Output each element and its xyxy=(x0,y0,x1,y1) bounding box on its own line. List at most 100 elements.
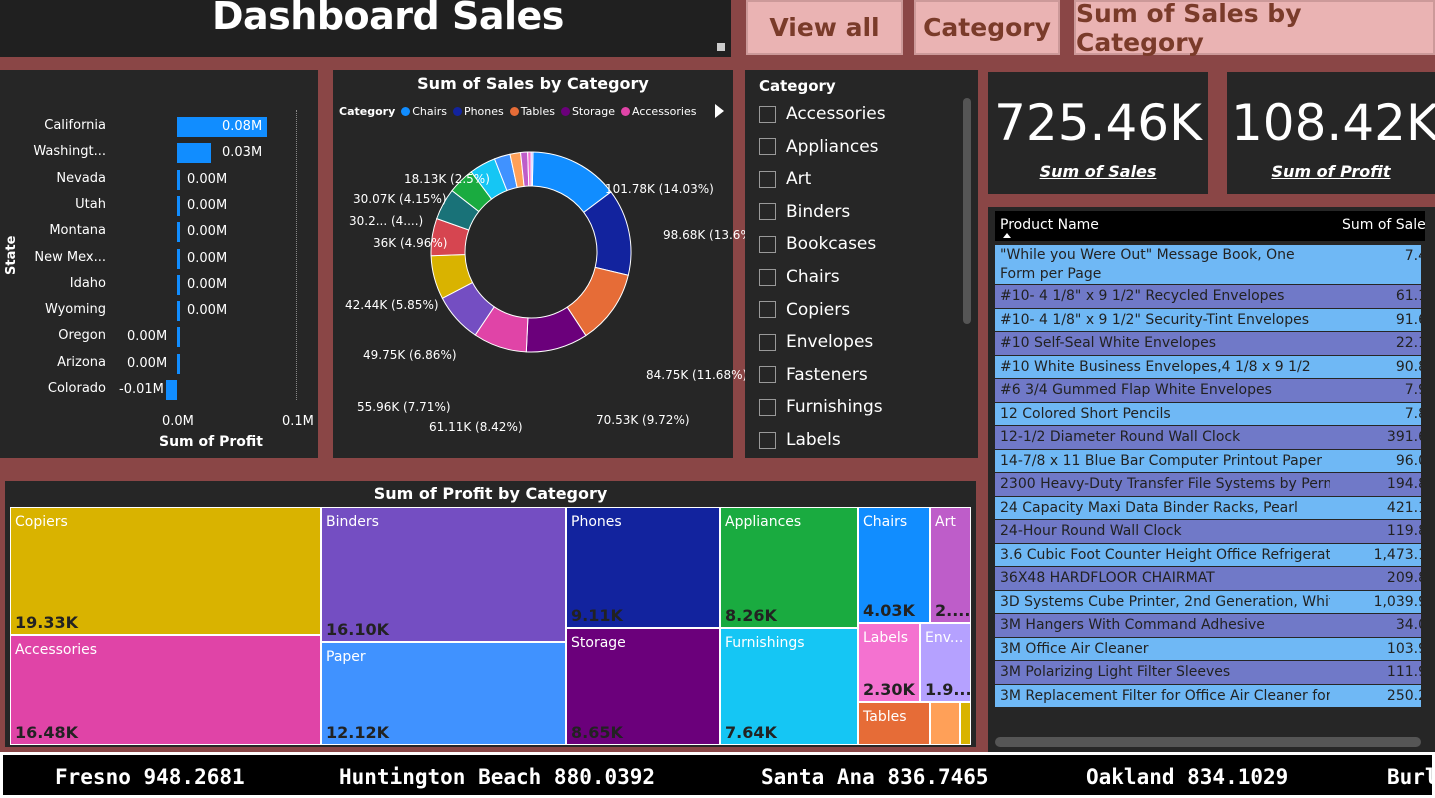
sales-cell: 103.9 xyxy=(1386,640,1421,657)
checkbox[interactable] xyxy=(759,301,776,319)
table-row[interactable]: "While you Were Out" Message Book, One F… xyxy=(995,245,1421,284)
treemap-cell-value: 8.65K xyxy=(571,723,623,742)
slicer-title: Category xyxy=(759,77,836,95)
table-row[interactable]: 3M Replacement Filter for Office Air Cle… xyxy=(995,684,1421,707)
checkbox[interactable] xyxy=(759,268,776,286)
table-row[interactable]: 3D Systems Cube Printer, 2nd Generation,… xyxy=(995,590,1421,613)
state-bar[interactable] xyxy=(177,274,180,295)
state-bar[interactable] xyxy=(177,143,211,164)
treemap-cell-value: 1.9... xyxy=(925,680,971,699)
state-bar[interactable] xyxy=(177,222,180,243)
table-row[interactable]: 3M Office Air Cleaner 103.9 xyxy=(995,637,1421,660)
sales-cell: 7.8 xyxy=(1404,405,1421,422)
checkbox[interactable] xyxy=(759,203,776,221)
slicer-item[interactable]: Copiers xyxy=(759,300,850,320)
table-row[interactable]: #10 Self-Seal White Envelopes 22.1 xyxy=(995,332,1421,355)
treemap-cell-value: 16.48K xyxy=(15,723,79,742)
treemap-cell[interactable]: Paper 12.12K xyxy=(321,642,566,745)
treemap-cell[interactable]: Storage 8.65K xyxy=(566,628,720,745)
state-bar[interactable] xyxy=(177,195,180,216)
ticker-item: Santa Ana 836.7465 xyxy=(761,765,989,789)
treemap-cell[interactable]: Furnishings 7.64K xyxy=(720,628,858,745)
table-row[interactable]: 3M Hangers With Command Adhesive 34.0 xyxy=(995,614,1421,637)
checkbox[interactable] xyxy=(759,398,776,416)
slicer-item[interactable]: Binders xyxy=(759,202,850,222)
donut-slice[interactable] xyxy=(530,151,534,187)
table-row[interactable]: 3M Polarizing Light Filter Sleeves 111.9 xyxy=(995,661,1421,684)
table-row[interactable]: 24 Capacity Maxi Data Binder Racks, Pear… xyxy=(995,496,1421,519)
treemap-cell[interactable]: Copiers 19.33K xyxy=(10,507,321,635)
treemap-cell-value: 7.64K xyxy=(725,723,777,742)
table-row[interactable]: #10- 4 1/8" x 9 1/2" Security-Tint Envel… xyxy=(995,308,1421,331)
treemap-cell-name: Phones xyxy=(571,514,622,530)
checkbox[interactable] xyxy=(759,333,776,351)
product-name-cell: 36X48 HARDFLOOR CHAIRMAT xyxy=(1000,570,1215,586)
sales-cell: 61.1 xyxy=(1395,288,1421,304)
treemap-cell-name: Paper xyxy=(326,649,366,665)
profit-by-state-chart: State California 0.08M Washingt... 0.03M Nev… xyxy=(0,70,318,458)
table-row[interactable]: 3.6 Cubic Foot Counter Height Office Ref… xyxy=(995,543,1421,566)
slicer-item[interactable]: Chairs xyxy=(759,267,840,287)
product-name-cell: #10 White Business Envelopes,4 1/8 x 9 1… xyxy=(1000,358,1311,375)
resize-icon[interactable] xyxy=(717,43,725,51)
category-slicer: Category Accessories Appliances Art Binders… xyxy=(745,70,978,458)
table-scrollbar[interactable] xyxy=(995,737,1421,747)
treemap-cell[interactable]: Labels 2.30K xyxy=(858,623,920,702)
treemap-cell[interactable]: Binders 16.10K xyxy=(321,507,566,642)
view-all-button[interactable]: View all xyxy=(746,0,903,55)
slicer-item[interactable]: Art xyxy=(759,169,811,189)
state-bar[interactable] xyxy=(177,327,180,348)
category-button[interactable]: Category xyxy=(914,0,1060,55)
slicer-item[interactable]: Bookcases xyxy=(759,234,876,254)
slicer-item[interactable]: Labels xyxy=(759,430,841,450)
treemap-cell[interactable]: Phones 9.11K xyxy=(566,507,720,628)
sort-ascending-icon[interactable] xyxy=(1003,233,1011,238)
treemap-cell[interactable]: Chairs 4.03K xyxy=(858,507,930,623)
checkbox[interactable] xyxy=(759,235,776,253)
table-row[interactable]: 12-1/2 Diameter Round Wall Clock 391.6 xyxy=(995,426,1421,449)
treemap-cell[interactable]: Accessories 16.48K xyxy=(10,635,321,745)
checkbox[interactable] xyxy=(759,170,776,188)
table-row[interactable]: #10- 4 1/8" x 9 1/2" Recycled Envelopes … xyxy=(995,285,1421,308)
treemap-cell[interactable]: Art 2.... xyxy=(930,507,971,623)
checkbox[interactable] xyxy=(759,431,776,449)
table-row[interactable]: 2300 Heavy-Duty Transfer File Systems by… xyxy=(995,473,1421,496)
state-bar[interactable] xyxy=(177,169,180,190)
slicer-item[interactable]: Envelopes xyxy=(759,332,873,352)
checkbox[interactable] xyxy=(759,138,776,156)
sales-by-category-button[interactable]: Sum of Sales by Category xyxy=(1074,0,1435,57)
column-header-product[interactable]: Product Name xyxy=(1000,217,1099,233)
treemap-cell[interactable] xyxy=(930,702,960,745)
treemap-cell[interactable]: Tables xyxy=(858,702,930,745)
slicer-item[interactable]: Accessories xyxy=(759,104,886,124)
page-title: Dashboard Sales xyxy=(212,0,564,38)
table-row[interactable]: 24-Hour Round Wall Clock 119.8 xyxy=(995,520,1421,543)
state-bar[interactable] xyxy=(177,301,180,322)
slicer-item[interactable]: Appliances xyxy=(759,137,879,157)
donut-data-label: 18.13K (2.5%) xyxy=(404,172,490,186)
state-bar[interactable] xyxy=(177,248,180,269)
treemap-cell-name: Appliances xyxy=(725,514,802,530)
slicer-item[interactable]: Fasteners xyxy=(759,365,868,385)
table-row[interactable]: #6 3/4 Gummed Flap White Envelopes 7.9 xyxy=(995,379,1421,402)
product-name-cell: 24-Hour Round Wall Clock xyxy=(1000,523,1182,539)
table-row[interactable]: 12 Colored Short Pencils 7.8 xyxy=(995,402,1421,425)
table-row[interactable]: 14-7/8 x 11 Blue Bar Computer Printout P… xyxy=(995,449,1421,472)
slicer-item[interactable]: Furnishings xyxy=(759,397,883,417)
table-row[interactable]: 36X48 HARDFLOOR CHAIRMAT 209.8 xyxy=(995,567,1421,590)
treemap-cell[interactable] xyxy=(960,702,971,745)
state-label: Wyoming xyxy=(44,302,106,318)
state-label: Montana xyxy=(49,223,106,239)
slicer-scrollbar[interactable] xyxy=(963,98,971,324)
treemap-cell[interactable]: Env... 1.9... xyxy=(920,623,971,702)
sales-cell: 391.6 xyxy=(1386,429,1421,445)
checkbox[interactable] xyxy=(759,105,776,123)
table-row[interactable]: #10 White Business Envelopes,4 1/8 x 9 1… xyxy=(995,355,1421,378)
state-bar[interactable] xyxy=(177,353,180,374)
product-name-cell: #10- 4 1/8" x 9 1/2" Recycled Envelopes xyxy=(1000,288,1285,304)
state-bar[interactable] xyxy=(165,380,177,400)
checkbox[interactable] xyxy=(759,366,776,384)
sales-cell: 1,039.9 xyxy=(1373,593,1421,610)
column-header-sales[interactable]: Sum of Sales xyxy=(1342,217,1425,233)
treemap-cell[interactable]: Appliances 8.26K xyxy=(720,507,858,628)
